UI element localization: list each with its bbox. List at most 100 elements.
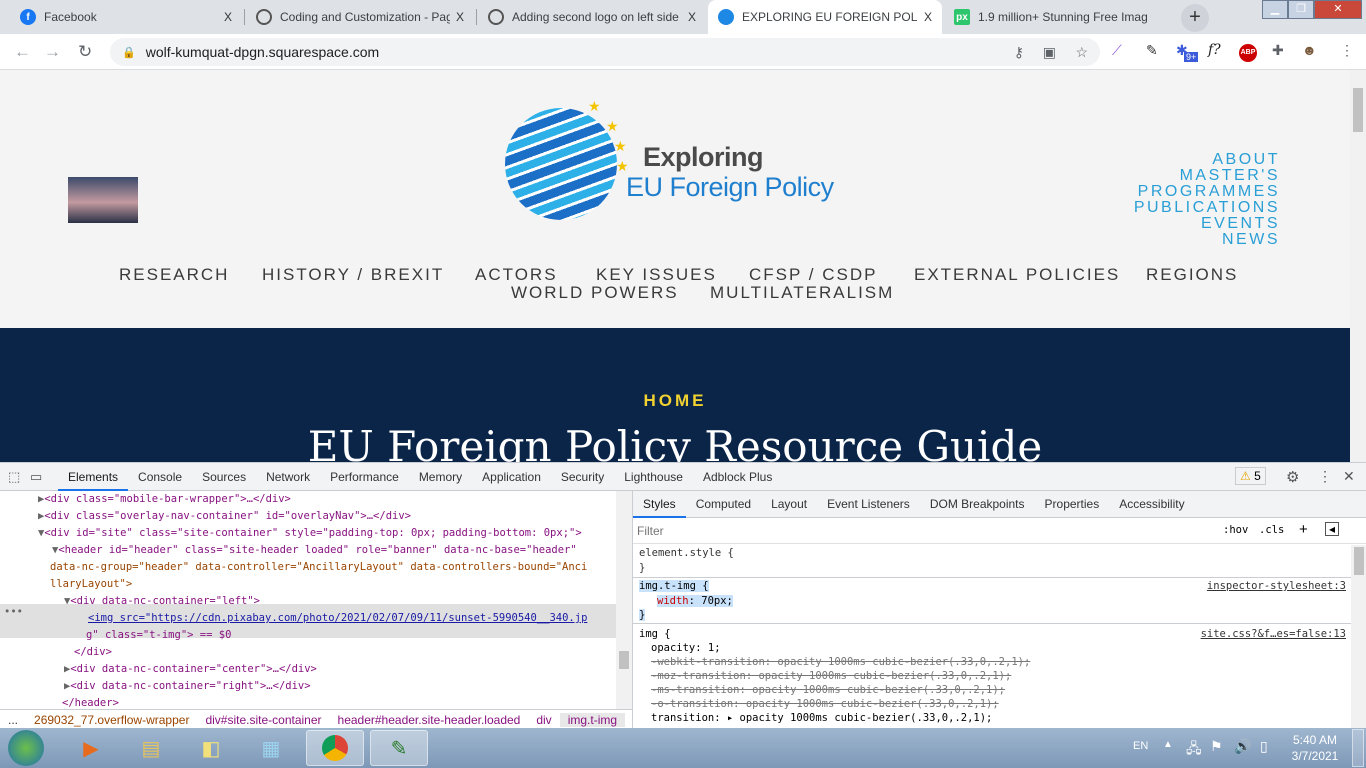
crumb-more[interactable]: ...: [0, 713, 26, 727]
font-extension-icon[interactable]: f?: [1208, 42, 1221, 58]
tab-layout[interactable]: Layout: [761, 491, 817, 518]
tab-lighthouse[interactable]: Lighthouse: [614, 463, 693, 491]
selector[interactable]: img.t-img {: [639, 580, 709, 592]
nav-regions[interactable]: REGIONS: [1146, 265, 1238, 285]
close-tab-icon[interactable]: X: [224, 10, 232, 24]
toggle-sidebar-icon[interactable]: ◂: [1325, 522, 1339, 536]
eyedropper-extension-icon[interactable]: ✎: [1146, 42, 1158, 59]
language-indicator[interactable]: EN: [1133, 740, 1148, 752]
dom-node-selected[interactable]: <img src="https://cdn.pixabay.com/photo/…: [88, 610, 587, 627]
volume-icon[interactable]: 🔊: [1234, 738, 1251, 755]
close-tab-icon[interactable]: X: [688, 10, 696, 24]
crumb-more[interactable]: ...: [625, 713, 632, 727]
close-tab-icon[interactable]: X: [924, 10, 932, 24]
tab-pixabay[interactable]: px 1.9 million+ Stunning Free Imag: [944, 0, 1172, 34]
close-window-button[interactable]: ✕: [1314, 0, 1362, 19]
selector[interactable]: img {: [639, 628, 671, 640]
dom-node[interactable]: ▶<div class="mobile-bar-wrapper">…</div>: [38, 491, 291, 508]
more-options-icon[interactable]: ⋮: [1318, 468, 1332, 485]
nav-cfsp-csdp[interactable]: CFSP / CSDP: [749, 265, 877, 285]
clock[interactable]: 5:40 AM 3/7/2021: [1290, 732, 1340, 764]
network-icon[interactable]: 🖧: [1186, 738, 1202, 762]
tab-second-logo[interactable]: Adding second logo on left side X: [478, 0, 706, 34]
file-explorer-taskbar-icon[interactable]: ▤: [122, 730, 180, 766]
maximize-button[interactable]: ❐: [1288, 0, 1314, 19]
tab-security[interactable]: Security: [551, 463, 614, 491]
tab-styles[interactable]: Styles: [633, 491, 686, 518]
settings-gear-icon[interactable]: ⚙: [1286, 468, 1299, 486]
notepad-taskbar-icon[interactable]: ▦: [242, 730, 300, 766]
crumb[interactable]: div: [528, 713, 559, 727]
elements-scrollbar[interactable]: [616, 491, 632, 709]
tab-computed[interactable]: Computed: [686, 491, 761, 518]
chrome-taskbar-icon[interactable]: [306, 730, 364, 766]
source-link[interactable]: inspector-stylesheet:3: [1207, 579, 1346, 594]
nav-masters[interactable]: MASTER'S: [1134, 168, 1280, 184]
translate-icon[interactable]: ▣: [1043, 44, 1056, 61]
tab-network[interactable]: Network: [256, 463, 320, 491]
declaration-overridden[interactable]: -ms-transition: opacity 1000ms cubic-bez…: [639, 683, 1360, 697]
tab-application[interactable]: Application: [472, 463, 551, 491]
warnings-badge[interactable]: ⚠ 5: [1235, 467, 1266, 485]
extension-badge-icon[interactable]: ✱ 9+: [1176, 42, 1199, 62]
back-icon[interactable]: ←: [14, 42, 31, 62]
source-link[interactable]: site.css?&f…es=false:13: [1201, 627, 1346, 641]
nav-world-powers[interactable]: WORLD POWERS: [511, 283, 679, 303]
tab-properties[interactable]: Properties: [1035, 491, 1110, 518]
hov-toggle[interactable]: :hov: [1223, 524, 1248, 536]
sticky-notes-taskbar-icon[interactable]: ◧: [182, 730, 240, 766]
close-devtools-icon[interactable]: ✕: [1343, 468, 1355, 485]
tab-dom-breakpoints[interactable]: DOM Breakpoints: [920, 491, 1035, 518]
profile-avatar[interactable]: ☻: [1302, 42, 1317, 58]
crumb[interactable]: div#site.site-container: [197, 713, 329, 727]
crumb[interactable]: header#header.site-header.loaded: [330, 713, 529, 727]
cls-toggle[interactable]: .cls: [1259, 524, 1284, 536]
tab-console[interactable]: Console: [128, 463, 192, 491]
dom-node[interactable]: ▼<div data-nc-container="left">: [64, 593, 260, 610]
menu-kebab-icon[interactable]: ⋮: [1340, 42, 1354, 59]
adblock-plus-icon[interactable]: ABP: [1239, 44, 1257, 62]
action-center-flag-icon[interactable]: ⚑: [1210, 738, 1223, 755]
property-value[interactable]: 70px;: [701, 595, 733, 607]
show-hidden-icons[interactable]: ▲: [1163, 739, 1173, 750]
declaration-overridden[interactable]: -webkit-transition: opacity 1000ms cubic…: [639, 655, 1360, 669]
tab-elements[interactable]: Elements: [58, 463, 129, 491]
start-button[interactable]: [8, 730, 44, 766]
minimize-button[interactable]: ▁: [1262, 0, 1288, 19]
tab-eu-foreign-policy[interactable]: EXPLORING EU FOREIGN POLIC X: [708, 0, 942, 34]
battery-icon[interactable]: ▯: [1260, 738, 1268, 755]
forward-icon[interactable]: →: [44, 42, 61, 62]
crumb-selected[interactable]: img.t-img: [559, 712, 626, 727]
dom-node[interactable]: ▶<div class="overlay-nav-container" id="…: [38, 508, 411, 525]
show-desktop-button[interactable]: [1352, 729, 1364, 767]
declaration-overridden[interactable]: -o-transition: opacity 1000ms cubic-bezi…: [639, 697, 1360, 711]
styles-scrollbar[interactable]: [1351, 545, 1366, 729]
nav-events[interactable]: EVENTS: [1134, 216, 1280, 232]
dom-node[interactable]: ▼<div id="site" class="site-container" s…: [38, 525, 582, 542]
tab-performance[interactable]: Performance: [320, 463, 409, 491]
tab-accessibility[interactable]: Accessibility: [1109, 491, 1194, 518]
property-name[interactable]: width: [657, 595, 689, 607]
nav-publications[interactable]: PUBLICATIONS: [1134, 200, 1280, 216]
device-toolbar-icon[interactable]: ▭: [30, 469, 58, 485]
tab-memory[interactable]: Memory: [409, 463, 472, 491]
bookmark-star-icon[interactable]: ☆: [1075, 44, 1088, 61]
nav-research[interactable]: RESEARCH: [119, 265, 229, 285]
tab-facebook[interactable]: f Facebook X: [10, 0, 242, 34]
nav-news[interactable]: NEWS: [1134, 232, 1280, 248]
media-player-taskbar-icon[interactable]: ▶: [62, 730, 120, 766]
nav-key-issues[interactable]: KEY ISSUES: [596, 265, 717, 285]
tab-adblock-plus[interactable]: Adblock Plus: [693, 463, 782, 491]
dom-node[interactable]: ▶<div data-nc-container="right">…</div>: [64, 678, 311, 695]
nav-external-policies[interactable]: EXTERNAL POLICIES: [914, 265, 1120, 285]
nav-multilateralism[interactable]: MULTILATERALISM: [710, 283, 894, 303]
reload-icon[interactable]: ↻: [78, 42, 92, 62]
tab-event-listeners[interactable]: Event Listeners: [817, 491, 920, 518]
address-bar[interactable]: 🔒 wolf-kumquat-dpgn.squarespace.com ⚷ ▣ …: [110, 38, 1100, 66]
declaration-overridden[interactable]: -moz-transition: opacity 1000ms cubic-be…: [639, 669, 1360, 683]
nav-about[interactable]: ABOUT: [1134, 152, 1280, 168]
declaration[interactable]: transition: ▸ opacity 1000ms cubic-bezie…: [639, 711, 1360, 725]
dom-node[interactable]: ▼<header id="header" class="site-header …: [52, 542, 577, 559]
close-tab-icon[interactable]: X: [456, 10, 464, 24]
node-ellipsis[interactable]: •••: [4, 606, 23, 618]
